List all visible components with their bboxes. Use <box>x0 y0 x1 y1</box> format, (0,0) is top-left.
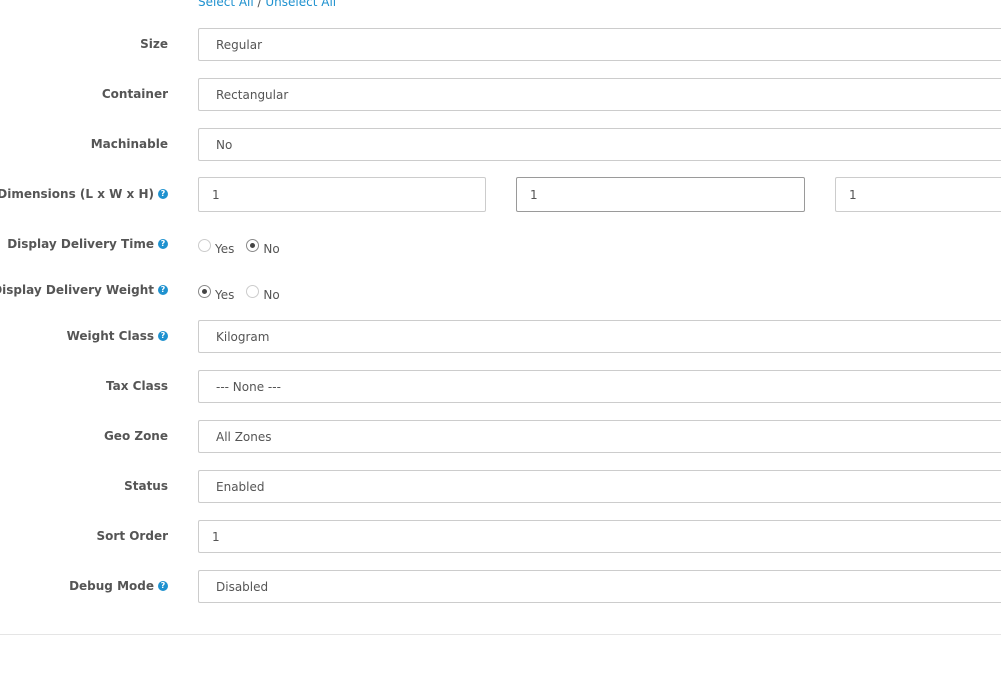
machinable-select[interactable]: No <box>198 128 1001 161</box>
debug-mode-select[interactable]: Disabled <box>198 570 1001 603</box>
dimension-height-input[interactable]: 1 <box>835 177 1001 212</box>
sort-order-label: Sort Order <box>97 529 168 543</box>
dimension-width-value: 1 <box>530 187 538 202</box>
geo-zone-select[interactable]: All Zones <box>198 420 1001 453</box>
weight-class-label: Weight Class ? <box>67 329 168 343</box>
delivery-time-no-option[interactable]: No <box>246 238 280 256</box>
weight-class-label-text: Weight Class <box>66 329 154 343</box>
sort-order-input[interactable]: 1 <box>198 520 1001 553</box>
machinable-label-text: Machinable <box>90 137 168 151</box>
select-all-link[interactable]: Select All <box>198 0 254 9</box>
question-circle-icon[interactable]: ? <box>158 331 168 341</box>
geo-zone-value: All Zones <box>216 429 272 444</box>
display-delivery-weight-label-text: Display Delivery Weight <box>0 283 154 297</box>
sort-order-value: 1 <box>212 529 220 544</box>
delivery-time-yes-option[interactable]: Yes <box>198 238 235 256</box>
links-separator: / <box>253 0 266 9</box>
form-divider <box>0 634 1001 635</box>
display-delivery-weight-radios: Yes No <box>198 284 292 302</box>
delivery-time-no-label: No <box>263 242 280 256</box>
container-label: Container <box>102 87 168 101</box>
geo-zone-label: Geo Zone <box>104 429 168 443</box>
size-select[interactable]: Regular <box>198 28 1001 61</box>
status-label-text: Status <box>124 479 168 493</box>
delivery-time-no-radio[interactable] <box>246 238 260 252</box>
status-value: Enabled <box>216 479 265 494</box>
container-value: Rectangular <box>216 87 289 102</box>
container-label-text: Container <box>101 87 168 101</box>
delivery-time-yes-radio[interactable] <box>198 238 211 252</box>
dimension-length-value: 1 <box>212 187 220 202</box>
unselect-all-link[interactable]: Unselect All <box>265 0 336 9</box>
weight-class-value: Kilogram <box>216 329 270 344</box>
tax-class-label: Tax Class <box>106 379 168 393</box>
delivery-weight-no-radio[interactable] <box>246 284 260 298</box>
dimensions-label-text: Dimensions (L x W x H) <box>0 187 154 201</box>
status-select[interactable]: Enabled <box>198 470 1001 503</box>
tax-class-label-text: Tax Class <box>106 379 168 393</box>
debug-mode-value: Disabled <box>216 579 269 594</box>
container-select[interactable]: Rectangular <box>198 78 1001 111</box>
delivery-weight-yes-radio[interactable] <box>198 284 211 298</box>
display-delivery-time-label-text: Display Delivery Time <box>7 237 154 251</box>
tax-class-value: --- None --- <box>216 379 281 394</box>
size-value: Regular <box>216 37 263 52</box>
dimension-length-input[interactable]: 1 <box>198 177 486 212</box>
delivery-weight-no-option[interactable]: No <box>246 284 280 302</box>
shipping-settings-form: Select All / Unselect All Size Regular C… <box>0 0 1001 684</box>
dimensions-label: *Dimensions (L x W x H) ? <box>0 187 168 201</box>
size-label-text: Size <box>140 37 168 51</box>
question-circle-icon[interactable]: ? <box>158 285 168 295</box>
geo-zone-label-text: Geo Zone <box>103 429 168 443</box>
dimension-width-input[interactable]: 1 <box>516 177 805 212</box>
question-circle-icon[interactable]: ? <box>158 581 168 591</box>
debug-mode-label: Debug Mode ? <box>69 579 168 593</box>
weight-class-select[interactable]: Kilogram <box>198 320 1001 353</box>
size-label: Size <box>140 37 168 51</box>
machinable-label: Machinable <box>91 137 168 151</box>
sort-order-label-text: Sort Order <box>96 529 168 543</box>
delivery-weight-yes-option[interactable]: Yes <box>198 284 235 302</box>
tax-class-select[interactable]: --- None --- <box>198 370 1001 403</box>
display-delivery-time-label: Display Delivery Time ? <box>7 237 168 251</box>
debug-mode-label-text: Debug Mode <box>69 579 154 593</box>
delivery-weight-no-label: No <box>263 288 280 302</box>
status-label: Status <box>124 479 168 493</box>
machinable-value: No <box>216 137 233 152</box>
select-links: Select All / Unselect All <box>198 0 336 9</box>
dimension-height-value: 1 <box>849 187 857 202</box>
question-circle-icon[interactable]: ? <box>158 189 168 199</box>
display-delivery-weight-label: Display Delivery Weight ? <box>0 283 168 297</box>
delivery-time-yes-label: Yes <box>215 242 235 256</box>
delivery-weight-yes-label: Yes <box>215 288 235 302</box>
question-circle-icon[interactable]: ? <box>158 239 168 249</box>
display-delivery-time-radios: Yes No <box>198 238 292 256</box>
